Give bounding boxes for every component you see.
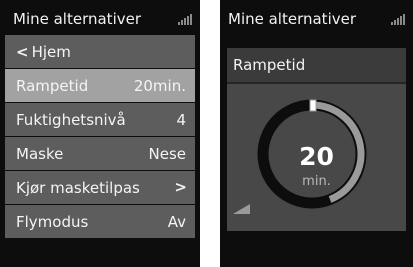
menu-item-maske[interactable]: Maske Nese bbox=[5, 137, 195, 170]
menu-item-label: Rampetid bbox=[16, 77, 89, 95]
ramp-time-panel: Rampetid 20 min. bbox=[227, 48, 406, 231]
chevron-left-icon: < bbox=[16, 43, 29, 61]
chevron-right-icon: > bbox=[174, 178, 187, 196]
menu-item-value: 20min. bbox=[133, 77, 186, 95]
menu-item-label: Maske bbox=[16, 145, 64, 163]
menu-item-rampetid[interactable]: Rampetid 20min. bbox=[5, 69, 195, 102]
gauge-start-marker bbox=[309, 99, 317, 112]
back-home-label: Hjem bbox=[31, 43, 71, 61]
back-home-item[interactable]: < Hjem bbox=[5, 35, 195, 68]
signal-strength-icon bbox=[391, 13, 405, 25]
options-list: < Hjem Rampetid 20min. Fuktighetsnivå 4 M… bbox=[5, 35, 195, 239]
signal-strength-icon bbox=[178, 13, 192, 25]
ramp-time-screen: Mine alternativer Rampetid 20 min. bbox=[220, 0, 413, 267]
menu-item-value: Nese bbox=[148, 145, 187, 163]
status-bar: Mine alternativer bbox=[0, 0, 200, 36]
panel-header: Rampetid bbox=[227, 48, 406, 84]
options-menu-screen: Mine alternativer < Hjem Rampetid 20min. … bbox=[0, 0, 200, 267]
screen-title: Mine alternativer bbox=[228, 10, 357, 28]
panel-title: Rampetid bbox=[233, 56, 306, 74]
status-bar: Mine alternativer bbox=[220, 0, 413, 36]
gauge-value: 20 bbox=[299, 142, 334, 171]
ramp-triangle-icon bbox=[233, 204, 250, 214]
menu-item-kjor-masketilpas[interactable]: Kjør masketilpas > bbox=[5, 171, 195, 204]
menu-item-fuktighetsniva[interactable]: Fuktighetsnivå 4 bbox=[5, 103, 195, 136]
menu-item-flymodus[interactable]: Flymodus Av bbox=[5, 205, 195, 238]
menu-item-label: Fuktighetsnivå bbox=[16, 111, 126, 129]
menu-item-label: Flymodus bbox=[16, 213, 89, 231]
screen-title: Mine alternativer bbox=[13, 10, 142, 28]
menu-item-label: Kjør masketilpas bbox=[16, 179, 140, 197]
menu-item-value: 4 bbox=[176, 111, 186, 129]
gauge-unit: min. bbox=[302, 174, 331, 189]
menu-item-value: Av bbox=[167, 213, 186, 231]
